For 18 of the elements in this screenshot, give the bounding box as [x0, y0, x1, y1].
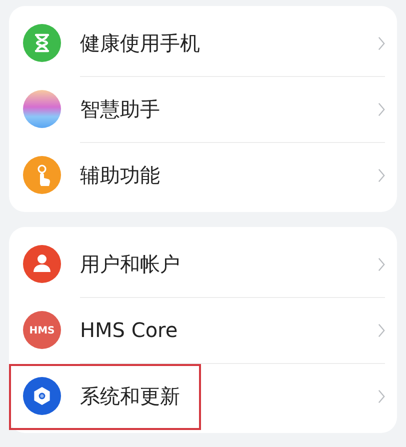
chevron-icon	[378, 102, 385, 116]
settings-item[interactable]: HMS HMS Core	[9, 297, 397, 363]
hand-icon	[23, 156, 61, 194]
hourglass-icon	[23, 24, 61, 62]
person-icon	[23, 245, 61, 283]
chevron-icon	[378, 168, 385, 182]
settings-item[interactable]: 用户和帐户	[9, 231, 397, 297]
settings-item[interactable]: 健康使用手机	[9, 10, 397, 76]
settings-item[interactable]: 智慧助手	[9, 76, 397, 142]
chevron-icon	[378, 256, 385, 272]
hms-icon: HMS	[23, 311, 61, 349]
orb-icon	[23, 90, 61, 128]
chevron-icon	[378, 36, 385, 50]
chevron-icon	[378, 388, 385, 404]
settings-item[interactable]: 系统和更新	[9, 363, 397, 429]
chevron-icon	[378, 322, 385, 338]
settings-item[interactable]: 辅助功能	[9, 142, 397, 208]
gear-icon	[23, 377, 61, 415]
